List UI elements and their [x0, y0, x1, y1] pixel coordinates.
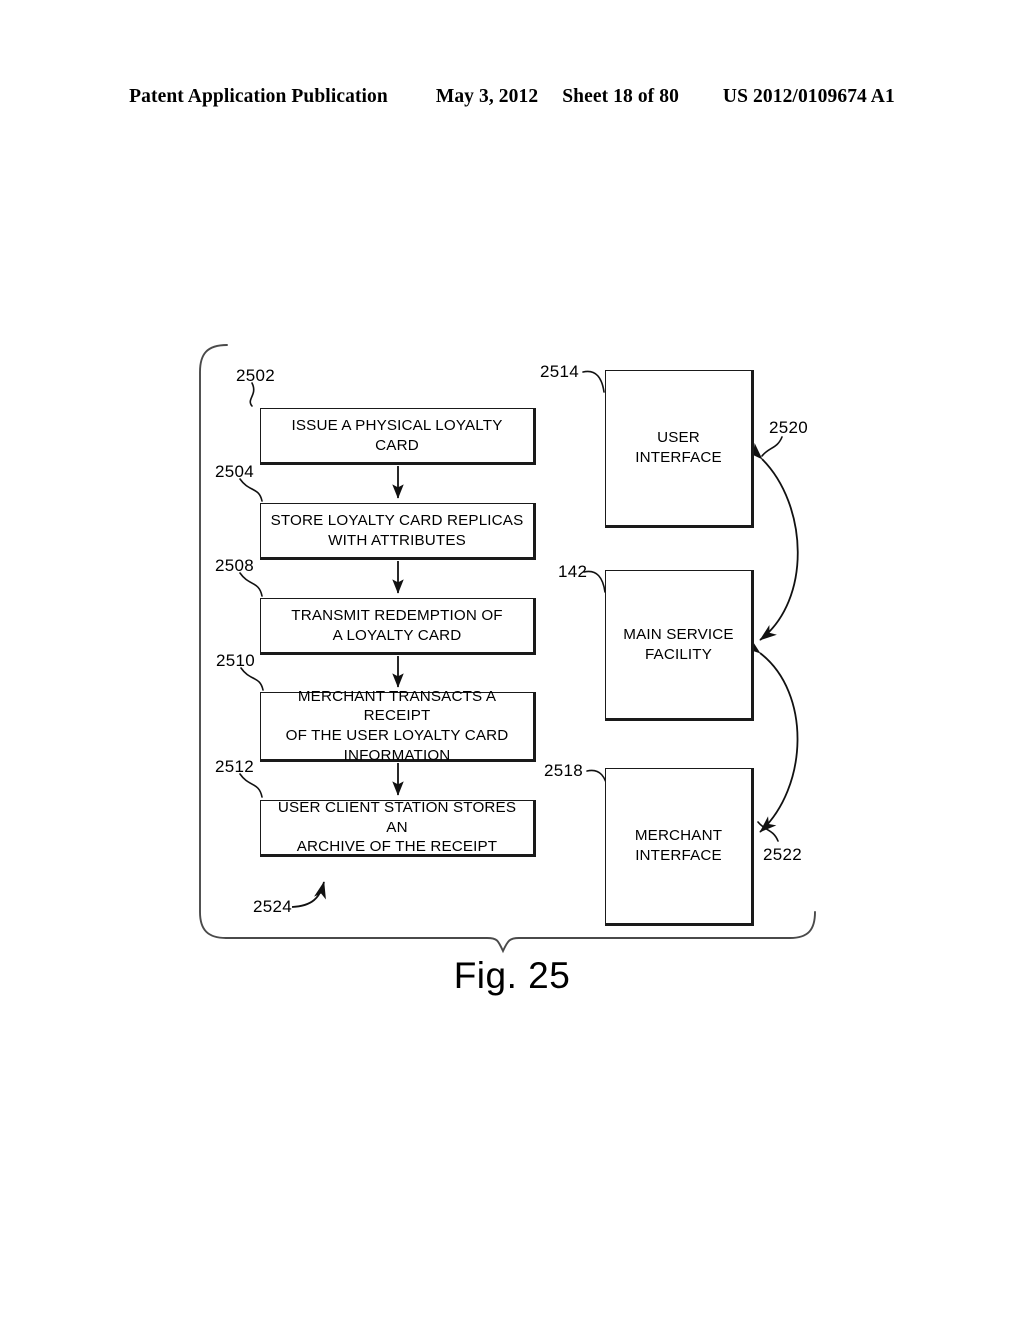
link-2520-path	[745, 442, 799, 641]
flow-step-user-client-station-archive[interactable]: USER CLIENT STATION STORES AN ARCHIVE OF…	[260, 798, 536, 857]
figure-vector-layer	[199, 344, 816, 954]
leader-2508	[239, 572, 263, 597]
flow-step-label: ISSUE A PHYSICAL LOYALTY CARD	[291, 416, 503, 454]
flow-step-store-loyalty-card-replicas[interactable]: STORE LOYALTY CARD REPLICAS WITH ATTRIBU…	[260, 503, 536, 560]
leader-2512	[239, 773, 263, 798]
reference-numeral-2502: 2502	[236, 366, 276, 385]
flow-step-label: TRANSMIT REDEMPTION OF A LOYALTY CARD	[291, 606, 503, 644]
reference-numeral-142: 142	[558, 562, 588, 581]
flow-step-issue-physical-loyalty-card[interactable]: ISSUE A PHYSICAL LOYALTY CARD	[260, 408, 536, 465]
flow-step-label: STORE LOYALTY CARD REPLICAS WITH ATTRIBU…	[270, 511, 524, 549]
flow-step-label: USER CLIENT STATION STORES AN ARCHIVE OF…	[277, 798, 517, 856]
leader-2514	[582, 370, 605, 393]
flow-step-merchant-transacts-receipt[interactable]: MERCHANT TRANSACTS A RECEIPT OF THE USER…	[260, 688, 536, 764]
reference-numeral-2518: 2518	[544, 761, 584, 780]
entity-user-interface[interactable]: USER INTERFACE	[605, 370, 754, 528]
leader-2510	[240, 667, 264, 691]
reference-numeral-2524: 2524	[253, 897, 293, 916]
reference-numeral-2508: 2508	[215, 556, 255, 575]
link-2522	[743, 638, 799, 833]
flow-step-label: MERCHANT TRANSACTS A RECEIPT OF THE USER…	[285, 687, 509, 764]
flow-step-transmit-redemption[interactable]: TRANSMIT REDEMPTION OF A LOYALTY CARD	[260, 598, 536, 655]
link-2522-path	[743, 638, 799, 833]
leader-2524-path	[291, 881, 326, 908]
reference-numeral-2520: 2520	[769, 418, 809, 437]
reference-numeral-2510: 2510	[216, 651, 256, 670]
reference-numeral-2512: 2512	[215, 757, 255, 776]
entity-main-service-facility[interactable]: MAIN SERVICE FACILITY	[605, 570, 754, 721]
entity-label: USER INTERFACE	[635, 429, 722, 466]
link-2520	[745, 442, 799, 641]
leader-2504	[239, 478, 263, 502]
reference-numeral-2522: 2522	[763, 845, 803, 864]
entity-merchant-interface[interactable]: MERCHANT INTERFACE	[605, 768, 754, 926]
leader-2502	[249, 382, 255, 407]
reference-numeral-2504: 2504	[215, 462, 255, 481]
entity-label: MAIN SERVICE FACILITY	[623, 625, 734, 663]
entity-label: MERCHANT INTERFACE	[634, 827, 723, 864]
figure-25-drawing: ISSUE A PHYSICAL LOYALTY CARD STORE LOYA…	[0, 0, 1024, 1320]
leader-2520	[761, 436, 783, 457]
figure-caption: Fig. 25	[453, 955, 571, 996]
leader-2524	[291, 881, 326, 908]
reference-numeral-2514: 2514	[540, 362, 580, 381]
